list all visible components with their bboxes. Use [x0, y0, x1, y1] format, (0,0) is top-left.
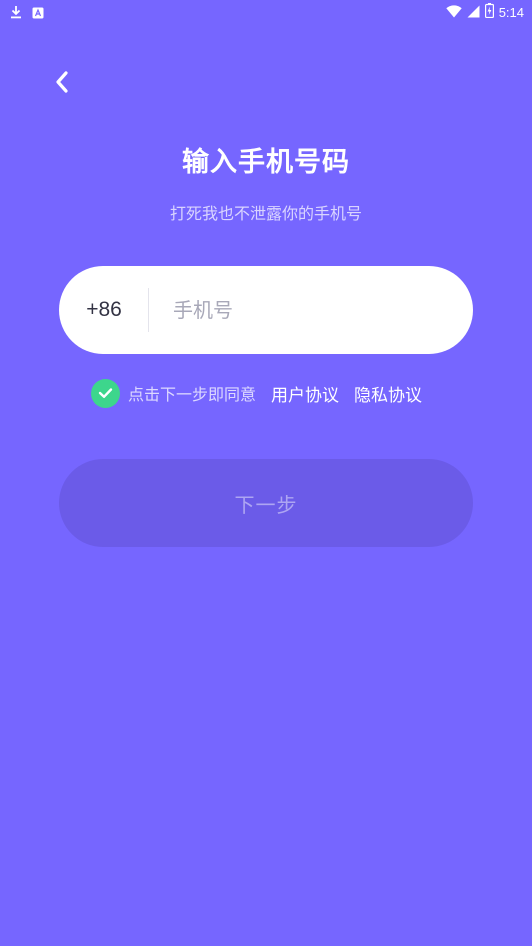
phone-number-input[interactable]	[171, 279, 435, 341]
country-code-selector[interactable]: +86	[60, 298, 148, 322]
user-agreement-link[interactable]: 用户协议	[271, 381, 339, 406]
divider	[148, 288, 149, 332]
privacy-policy-link[interactable]: 隐私协议	[354, 381, 422, 406]
check-icon	[98, 384, 113, 403]
status-bar: 5:14	[0, 0, 532, 24]
agreement-row: 点击下一步即同意 用户协议 隐私协议	[91, 378, 422, 408]
agreement-text: 点击下一步即同意	[128, 385, 257, 404]
download-icon	[10, 4, 22, 23]
chevron-left-icon	[54, 70, 70, 98]
status-time: 5:14	[498, 4, 524, 20]
status-right: 5:14	[445, 3, 524, 22]
agree-checkbox[interactable]	[91, 378, 120, 408]
cell-signal-icon	[467, 3, 480, 22]
phone-input-box: +86	[59, 266, 473, 354]
app-notification-icon	[32, 4, 44, 23]
wifi-icon	[445, 3, 462, 22]
back-button[interactable]	[46, 66, 78, 102]
page-subtitle: 打死我也不泄露你的手机号	[169, 204, 362, 223]
status-left	[10, 4, 44, 23]
battery-icon	[484, 3, 494, 22]
page-title: 输入手机号码	[182, 147, 350, 178]
next-button[interactable]: 下一步	[59, 459, 473, 547]
